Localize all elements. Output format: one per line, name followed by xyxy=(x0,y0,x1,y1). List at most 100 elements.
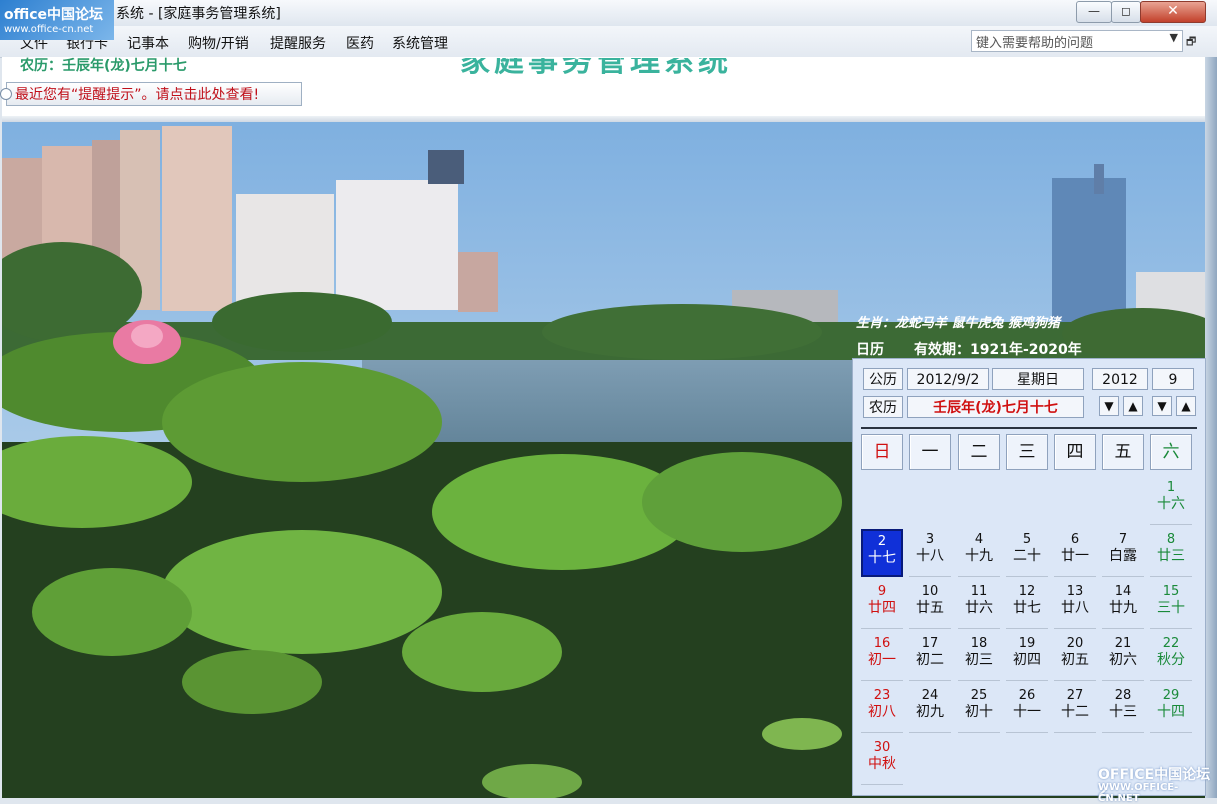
lunar-day: 十二 xyxy=(1061,704,1089,720)
menu-notebook[interactable]: 记事本 xyxy=(127,33,169,53)
day-number: 23 xyxy=(873,688,891,703)
calendar-day-cell[interactable]: 3 十八 xyxy=(909,529,951,577)
calendar-day-cell[interactable]: 22 秋分 xyxy=(1150,633,1192,681)
year-down-icon[interactable]: ▼ xyxy=(1099,396,1119,416)
window-title: 系统 - [家庭事务管理系统] xyxy=(116,6,281,22)
calendar-day-cell[interactable]: 20 初五 xyxy=(1054,633,1096,681)
lunar-day: 廿九 xyxy=(1109,600,1137,616)
lunar-day: 初三 xyxy=(965,652,993,668)
help-search-input[interactable]: 键入需要帮助的问题 ▼ xyxy=(971,30,1183,52)
logo-text: office中国论坛 xyxy=(4,7,104,23)
desktop-edge xyxy=(1205,57,1217,798)
reminder-button[interactable]: 最近您有“提醒提示”。请点击此处查看! xyxy=(6,82,302,106)
maximize-button[interactable]: ◻ xyxy=(1111,1,1141,23)
calendar-day-cell[interactable]: 24 初九 xyxy=(909,685,951,733)
weekday-header-wed: 三 xyxy=(1006,434,1048,470)
calendar-day-cell[interactable]: 5 二十 xyxy=(1006,529,1048,577)
calendar-day-cell[interactable]: 16 初一 xyxy=(861,633,903,681)
day-number: 7 xyxy=(1118,532,1128,547)
close-button[interactable]: ✕ xyxy=(1140,1,1206,23)
lunar-day: 三十 xyxy=(1157,600,1185,616)
day-number: 8 xyxy=(1166,532,1176,547)
calendar-day-cell[interactable]: 1 十六 xyxy=(1150,477,1192,525)
menu-medicine[interactable]: 医药 xyxy=(346,33,374,53)
lunar-day: 廿五 xyxy=(916,600,944,616)
year-field[interactable]: 2012 xyxy=(1092,368,1148,390)
calendar-day-cell[interactable]: 18 初三 xyxy=(958,633,1000,681)
restore-icon[interactable]: 🗗 xyxy=(1186,33,1196,52)
day-number: 11 xyxy=(970,584,988,599)
lunar-day: 初一 xyxy=(868,652,896,668)
calendar-day-cell[interactable]: 7 白露 xyxy=(1102,529,1144,577)
lunar-day: 秋分 xyxy=(1157,652,1185,668)
day-number: 26 xyxy=(1018,688,1036,703)
calendar-day-cell[interactable]: 13 廿八 xyxy=(1054,581,1096,629)
day-number: 1 xyxy=(1166,480,1176,495)
day-number: 22 xyxy=(1162,636,1180,651)
calendar-day-cell[interactable]: 8 廿三 xyxy=(1150,529,1192,577)
gregorian-date-field[interactable]: 2012/9/2 xyxy=(907,368,989,390)
menu-system[interactable]: 系统管理 xyxy=(392,33,448,53)
month-down-icon[interactable]: ▼ xyxy=(1152,396,1172,416)
lunar-day: 廿三 xyxy=(1157,548,1185,564)
calendar-day-cell[interactable]: 29 十四 xyxy=(1150,685,1192,733)
lunar-day: 初五 xyxy=(1061,652,1089,668)
calendar-day-cell[interactable]: 4 十九 xyxy=(958,529,1000,577)
calendar-day-cell[interactable]: 19 初四 xyxy=(1006,633,1048,681)
year-up-icon[interactable]: ▲ xyxy=(1123,396,1143,416)
menu-reminder[interactable]: 提醒服务 xyxy=(270,33,326,53)
weekday-header-tue: 二 xyxy=(958,434,1000,470)
weekday-header-fri: 五 xyxy=(1102,434,1144,470)
lunar-day: 十三 xyxy=(1109,704,1137,720)
lunar-day: 二十 xyxy=(1013,548,1041,564)
radio-icon xyxy=(0,88,12,100)
gregorian-label: 公历 xyxy=(863,368,903,390)
lunar-day: 初十 xyxy=(965,704,993,720)
calendar-day-cell[interactable]: 30 中秋 xyxy=(861,737,903,785)
weekday-header-thu: 四 xyxy=(1054,434,1096,470)
calendar-day-cell[interactable]: 21 初六 xyxy=(1102,633,1144,681)
lunar-day: 初二 xyxy=(916,652,944,668)
help-placeholder: 键入需要帮助的问题 xyxy=(976,36,1094,51)
minimize-button[interactable]: — xyxy=(1076,1,1112,23)
weekday-header-sat: 六 xyxy=(1150,434,1192,470)
calendar-day-cell[interactable]: 12 廿七 xyxy=(1006,581,1048,629)
day-number: 5 xyxy=(1022,532,1032,547)
calendar-day-cell[interactable]: 25 初十 xyxy=(958,685,1000,733)
calendar-day-cell[interactable]: 17 初二 xyxy=(909,633,951,681)
calendar-day-cell[interactable]: 2 十七 xyxy=(861,529,903,577)
day-number: 18 xyxy=(970,636,988,651)
calendar-day-cell[interactable]: 6 廿一 xyxy=(1054,529,1096,577)
lunar-day: 十六 xyxy=(1157,496,1185,512)
lunar-date-field: 壬辰年(龙)七月十七 xyxy=(907,396,1084,418)
forum-logo: office中国论坛 www.office-cn.net xyxy=(0,0,114,40)
day-number: 20 xyxy=(1066,636,1084,651)
lunar-day: 十一 xyxy=(1013,704,1041,720)
day-number: 16 xyxy=(873,636,891,651)
calendar-day-cell[interactable]: 28 十三 xyxy=(1102,685,1144,733)
day-number: 21 xyxy=(1114,636,1132,651)
day-number: 4 xyxy=(974,532,984,547)
lunar-day: 初四 xyxy=(1013,652,1041,668)
day-number: 12 xyxy=(1018,584,1036,599)
day-number: 28 xyxy=(1114,688,1132,703)
month-up-icon[interactable]: ▲ xyxy=(1176,396,1196,416)
calendar-day-cell[interactable]: 15 三十 xyxy=(1150,581,1192,629)
calendar-day-cell[interactable]: 14 廿九 xyxy=(1102,581,1144,629)
month-field[interactable]: 9 xyxy=(1152,368,1194,390)
lunar-day: 廿一 xyxy=(1061,548,1089,564)
lunar-day: 初八 xyxy=(868,704,896,720)
day-number: 27 xyxy=(1066,688,1084,703)
calendar-day-cell[interactable]: 26 十一 xyxy=(1006,685,1048,733)
chevron-down-icon[interactable]: ▼ xyxy=(1170,31,1178,44)
lunar-day: 十四 xyxy=(1157,704,1185,720)
calendar-day-cell[interactable]: 27 十二 xyxy=(1054,685,1096,733)
lunar-date-header: 农历：壬辰年(龙)七月十七 xyxy=(20,58,187,74)
calendar-day-cell[interactable]: 9 廿四 xyxy=(861,581,903,629)
calendar-day-cell[interactable]: 10 廿五 xyxy=(909,581,951,629)
calendar-day-cell[interactable]: 11 廿六 xyxy=(958,581,1000,629)
day-number: 9 xyxy=(877,584,887,599)
lunar-day: 中秋 xyxy=(868,756,896,772)
menu-shopping[interactable]: 购物/开销 xyxy=(188,33,249,53)
calendar-day-cell[interactable]: 23 初八 xyxy=(861,685,903,733)
